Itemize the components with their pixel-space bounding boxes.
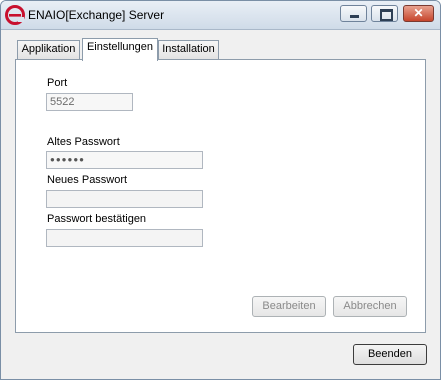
main-window: ENAIO[Exchange] Server ✕ Applikation Ein… — [0, 0, 441, 380]
title-bar[interactable]: ENAIO[Exchange] Server ✕ — [1, 1, 440, 30]
cancel-button[interactable]: Abbrechen — [333, 296, 407, 317]
old-password-field[interactable]: ●●●●●● — [46, 151, 203, 169]
edit-button[interactable]: Bearbeiten — [252, 296, 326, 317]
new-password-field[interactable] — [46, 190, 203, 208]
close-button[interactable]: ✕ — [403, 5, 434, 22]
settings-panel: Port 5522 Altes Passwort ●●●●●● Neues Pa… — [15, 59, 426, 333]
close-icon: ✕ — [413, 6, 424, 20]
minimize-icon — [341, 6, 366, 21]
maximize-button[interactable] — [371, 5, 398, 22]
port-label: Port — [47, 77, 68, 89]
new-password-label: Neues Passwort — [47, 174, 128, 186]
exit-button[interactable]: Beenden — [353, 344, 427, 365]
tab-installation[interactable]: Installation — [158, 40, 219, 59]
window-title: ENAIO[Exchange] Server — [28, 8, 165, 22]
port-field[interactable]: 5522 — [46, 93, 133, 111]
confirm-password-field[interactable] — [46, 229, 203, 247]
app-logo-icon — [5, 5, 25, 25]
confirm-password-label: Passwort bestätigen — [47, 213, 147, 225]
minimize-button[interactable] — [340, 5, 367, 22]
old-password-label: Altes Passwort — [47, 136, 120, 148]
tab-einstellungen[interactable]: Einstellungen — [82, 38, 158, 61]
tab-applikation[interactable]: Applikation — [17, 40, 80, 59]
maximize-icon — [372, 6, 397, 21]
